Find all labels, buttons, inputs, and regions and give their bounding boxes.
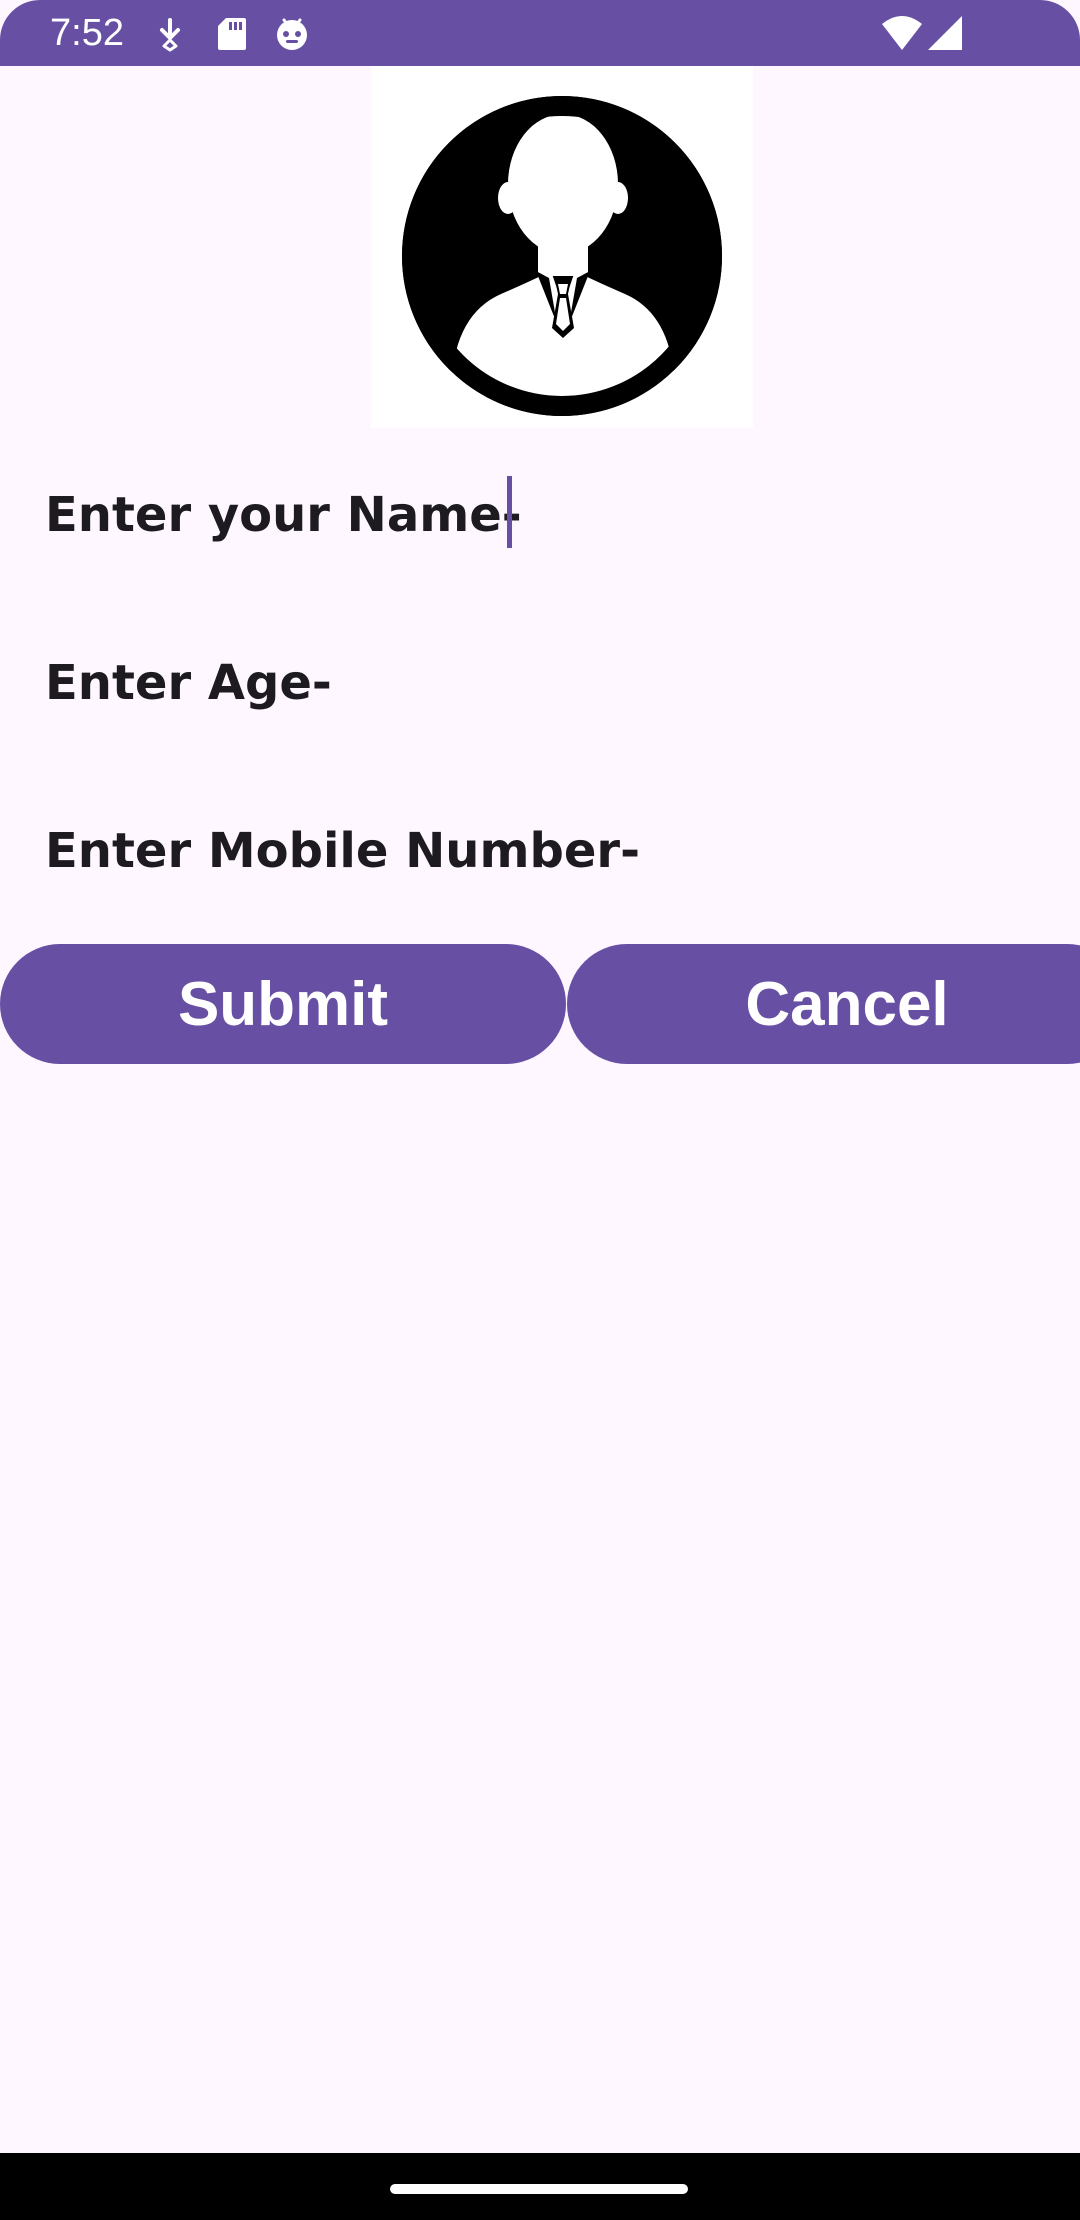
wifi-icon: [880, 14, 924, 54]
navigation-bar: [0, 2153, 1080, 2220]
download-icon: [150, 14, 190, 54]
age-input[interactable]: [45, 623, 1045, 743]
status-time: 7:52: [50, 12, 124, 54]
cancel-button[interactable]: Cancel: [567, 944, 1080, 1064]
profile-avatar: [371, 66, 753, 428]
submit-button[interactable]: Submit: [0, 944, 566, 1064]
name-input[interactable]: [45, 455, 1045, 575]
age-field-row: [0, 623, 1080, 743]
sd-card-icon: [212, 14, 252, 54]
home-gesture-handle[interactable]: [390, 2184, 688, 2194]
mobile-number-input[interactable]: [45, 791, 1045, 911]
status-bar: 7:52: [0, 0, 1080, 66]
robot-face-icon: [272, 14, 312, 54]
mobile-field-row: [0, 791, 1080, 911]
person-avatar-icon: [371, 66, 753, 428]
name-field-row: [0, 455, 1080, 575]
text-cursor: [507, 476, 512, 548]
app-screen: 7:52 Enter your Name- Enter Age- Enter M…: [0, 0, 1080, 2220]
cell-signal-icon: [926, 14, 964, 54]
